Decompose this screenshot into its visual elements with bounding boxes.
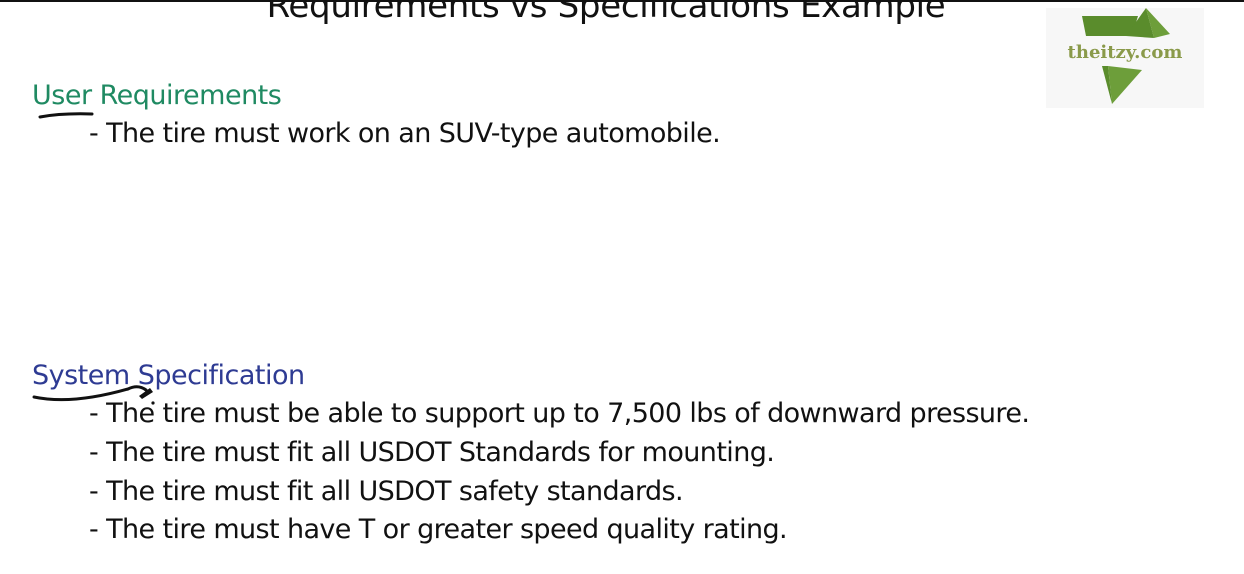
user-requirements-heading: User Requirements xyxy=(32,80,282,111)
system-specification-item: - The tire must have T or greater speed … xyxy=(89,514,788,545)
system-specification-item: - The tire must fit all USDOT Standards … xyxy=(89,437,775,468)
site-logo: theitzy.com xyxy=(1046,8,1204,108)
user-underline-stroke xyxy=(38,112,94,119)
system-specification-item: - The tire must fit all USDOT safety sta… xyxy=(89,476,684,507)
logo-text: theitzy.com xyxy=(1067,42,1183,63)
system-specification-item: - The tire must be able to support up to… xyxy=(89,398,1030,429)
system-specification-heading: System Specification xyxy=(32,360,305,391)
user-requirement-item: - The tire must work on an SUV-type auto… xyxy=(89,118,721,149)
slide-title: Requirements vs Specifications Example xyxy=(266,0,946,26)
